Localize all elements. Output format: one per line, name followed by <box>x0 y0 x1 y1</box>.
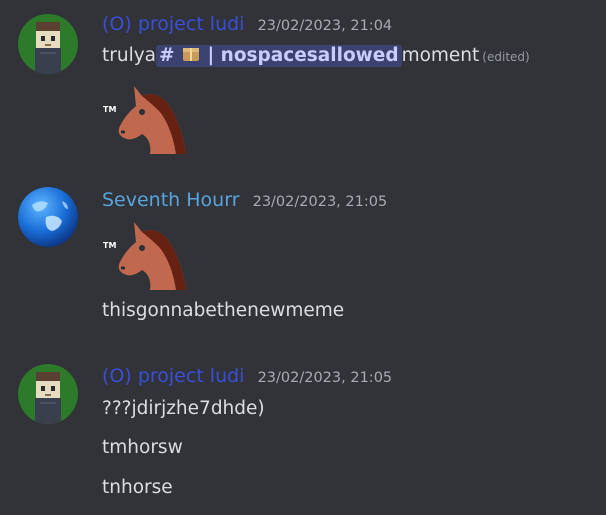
hash-icon: # <box>159 45 175 66</box>
message-text: trulya # | nospacesallowed moment (edited) <box>102 45 530 67</box>
tm-mark: TM <box>103 105 116 114</box>
horse-head-icon: TM <box>103 222 186 290</box>
message-text: tmhorsw <box>102 437 183 458</box>
separator: | <box>207 45 215 66</box>
author-name[interactable]: (O) project ludi <box>102 13 244 35</box>
timestamp[interactable]: 23/02/2023, 21:04 <box>258 18 393 34</box>
message-text: tnhorse <box>102 477 173 498</box>
author-name[interactable]: (O) project ludi <box>102 365 244 387</box>
message-header: (O) project ludi 23/02/2023, 21:04 <box>102 13 392 35</box>
edited-label: (edited) <box>482 50 530 64</box>
globe-icon <box>18 187 78 247</box>
message-header: Seventh Hourr 23/02/2023, 21:05 <box>102 189 387 211</box>
avatar[interactable] <box>18 187 78 247</box>
channel-mention[interactable]: # | nospacesallowed <box>156 45 402 67</box>
horse-head-icon: TM <box>103 86 186 154</box>
message-header: (O) project ludi 23/02/2023, 21:05 <box>102 365 392 387</box>
pixel-character-icon <box>18 364 78 424</box>
text-suffix: moment <box>401 45 480 66</box>
pixel-character-icon <box>18 14 78 74</box>
package-emoji <box>182 48 199 61</box>
tm-mark: TM <box>103 241 116 250</box>
text-prefix: trulya <box>102 45 157 66</box>
message-text: ???jdirjzhe7dhde) <box>102 398 265 419</box>
channel-name: nospacesallowed <box>220 45 399 66</box>
horse-tm-emoji[interactable]: TM <box>102 82 188 154</box>
timestamp[interactable]: 23/02/2023, 21:05 <box>258 370 393 386</box>
avatar[interactable] <box>18 14 78 74</box>
avatar[interactable] <box>18 364 78 424</box>
author-name[interactable]: Seventh Hourr <box>102 189 240 211</box>
timestamp[interactable]: 23/02/2023, 21:05 <box>253 194 388 210</box>
horse-tm-emoji[interactable]: TM <box>102 218 188 290</box>
message-text: thisgonnabethenewmeme <box>102 300 345 321</box>
